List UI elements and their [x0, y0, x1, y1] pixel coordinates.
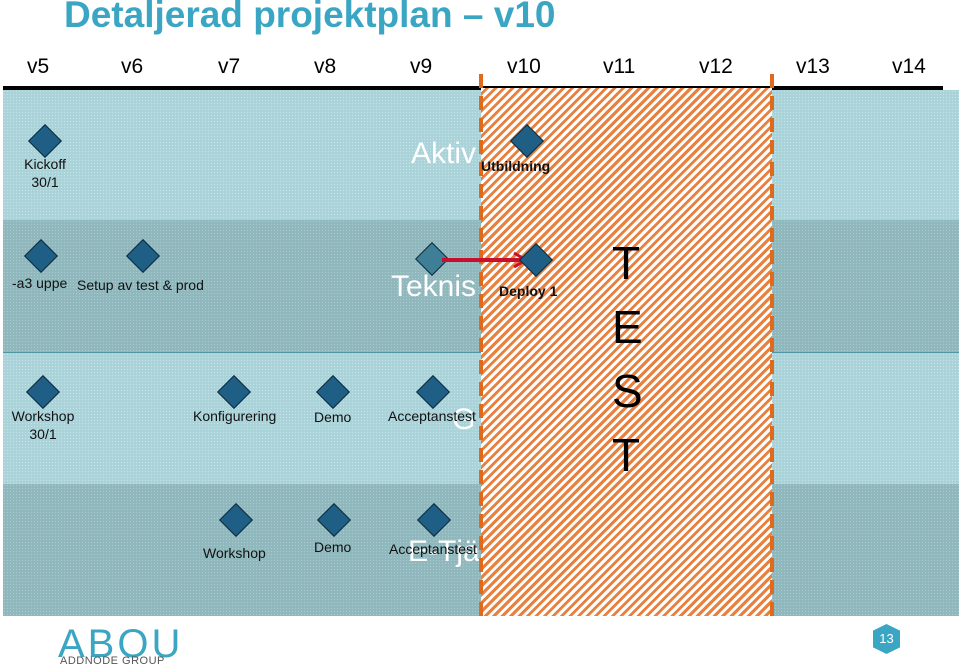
- test-letter: T: [612, 237, 641, 289]
- test-letter: E: [612, 301, 643, 353]
- milestone-label: Konfigurering: [193, 408, 277, 424]
- week-label: v12: [699, 55, 733, 78]
- week-label: v14: [892, 55, 926, 78]
- test-start-marker: [479, 74, 483, 616]
- week-label: v9: [410, 55, 433, 78]
- lane-title: Teknis: [391, 270, 477, 303]
- milestone-label: Utbildning: [481, 158, 551, 174]
- company-logo-subtitle: ADDNODE GROUP: [60, 655, 165, 667]
- page-number-badge: 13: [873, 624, 900, 654]
- week-label: v8: [314, 55, 337, 78]
- milestone-label: Workshop 30/1: [11, 408, 75, 442]
- week-label: v11: [603, 55, 636, 78]
- milestone-label: Demo: [314, 539, 352, 555]
- week-label: v6: [121, 55, 144, 78]
- milestone-label: Setup av test & prod: [77, 277, 204, 293]
- week-label: v13: [796, 55, 830, 78]
- milestone-label: Acceptanstest: [388, 408, 476, 424]
- milestone-label: Kickoff 30/1: [24, 156, 66, 190]
- test-letter: S: [612, 365, 643, 417]
- milestone-label: -a3 uppe: [12, 275, 68, 291]
- timeline-axis: [3, 86, 943, 90]
- week-label: v10: [507, 55, 541, 78]
- lane-title: Aktiv: [411, 137, 477, 170]
- week-label: v5: [27, 55, 50, 78]
- slide-title: Detaljerad projektplan – v10: [64, 0, 556, 35]
- milestone-label: Demo: [314, 409, 352, 425]
- milestone-label: Deploy 1: [499, 283, 558, 299]
- test-end-marker: [770, 74, 774, 616]
- week-label: v7: [218, 55, 241, 78]
- milestone-label: Acceptanstest: [389, 541, 477, 557]
- milestone-label: Workshop: [203, 545, 266, 561]
- test-letter: T: [612, 429, 641, 481]
